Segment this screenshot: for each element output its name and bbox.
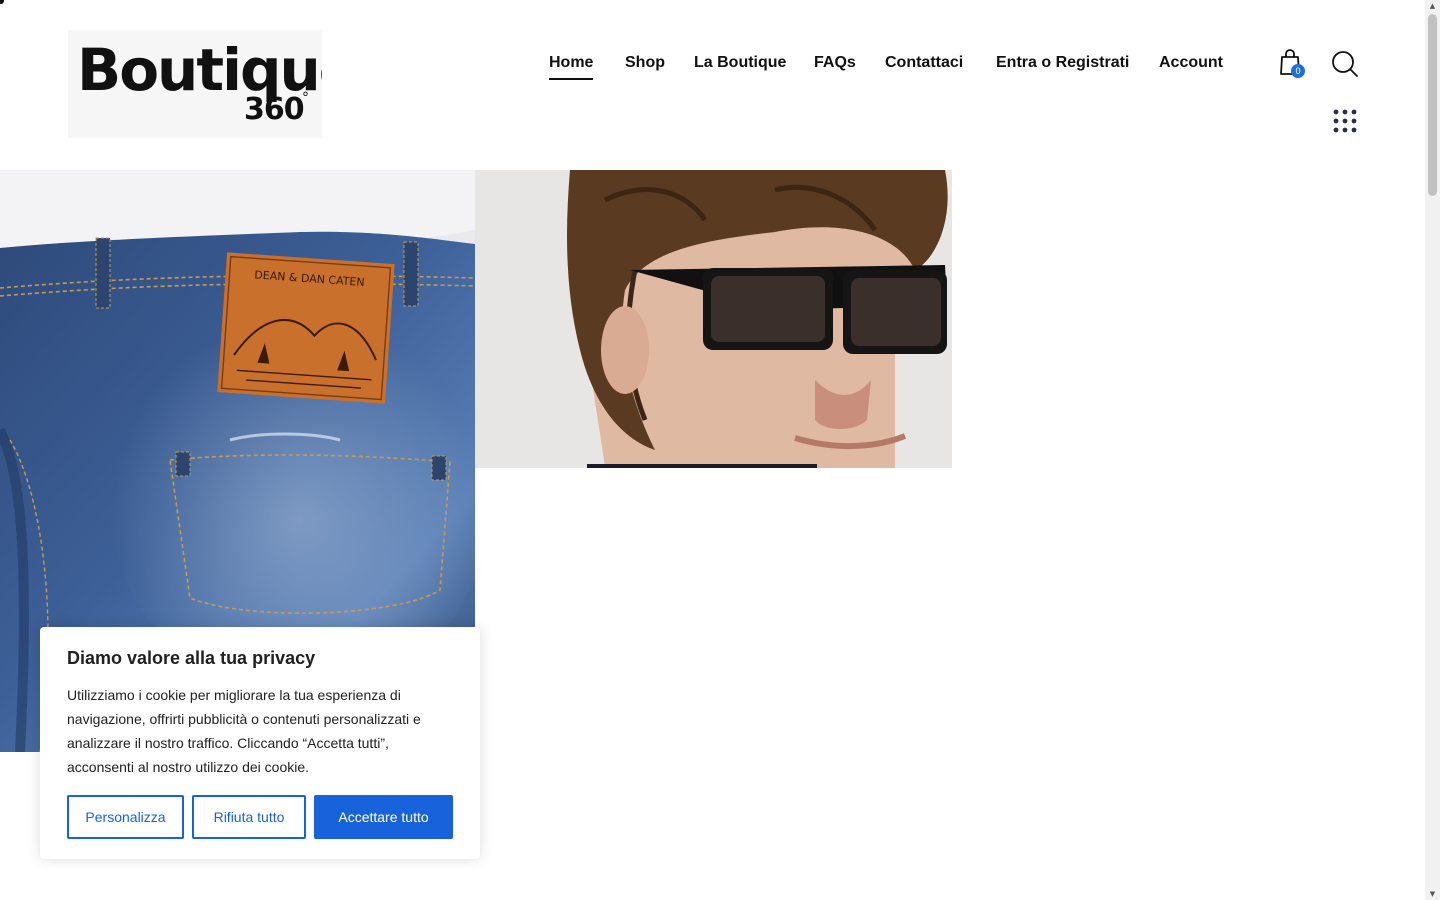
nav-la-boutique[interactable]: La Boutique bbox=[694, 52, 786, 74]
cookie-consent-banner: Diamo valore alla tua privacy Utilizziam… bbox=[40, 627, 480, 859]
search-icon[interactable] bbox=[1331, 50, 1359, 78]
logo[interactable]: Boutique 360 ° bbox=[68, 30, 322, 138]
cookie-title: Diamo valore alla tua privacy bbox=[67, 648, 316, 668]
grid-dots-icon[interactable] bbox=[1333, 109, 1357, 133]
scrollbar-thumb[interactable] bbox=[1428, 14, 1437, 196]
logo-degree: ° bbox=[302, 90, 309, 106]
nav-entra-registrati[interactable]: Entra o Registrati bbox=[996, 52, 1129, 74]
shopping-bag-icon[interactable]: 0 bbox=[1278, 48, 1308, 80]
scroll-up-arrow-icon[interactable]: ▲ bbox=[1428, 2, 1437, 10]
scroll-down-arrow-icon[interactable]: ▼ bbox=[1428, 890, 1437, 898]
cart-count-badge: 0 bbox=[1291, 64, 1305, 78]
corner-marker bbox=[0, 0, 4, 4]
accept-all-button[interactable]: Accettare tutto bbox=[314, 795, 453, 839]
nav-account[interactable]: Account bbox=[1159, 52, 1223, 74]
customize-button[interactable]: Personalizza bbox=[67, 795, 184, 839]
reject-all-button[interactable]: Rifiuta tutto bbox=[192, 795, 306, 839]
logo-number: 360 bbox=[244, 92, 305, 127]
nav-contattaci[interactable]: Contattaci bbox=[885, 52, 963, 74]
nav-faqs[interactable]: FAQs bbox=[814, 52, 856, 74]
sunglasses-model-photo[interactable] bbox=[475, 170, 952, 468]
page-scrollbar[interactable]: ▲ ▼ bbox=[1425, 0, 1440, 900]
nav-home[interactable]: Home bbox=[549, 52, 594, 80]
cookie-description: Utilizziamo i cookie per migliorare la t… bbox=[67, 687, 421, 775]
nav-shop[interactable]: Shop bbox=[625, 52, 665, 74]
